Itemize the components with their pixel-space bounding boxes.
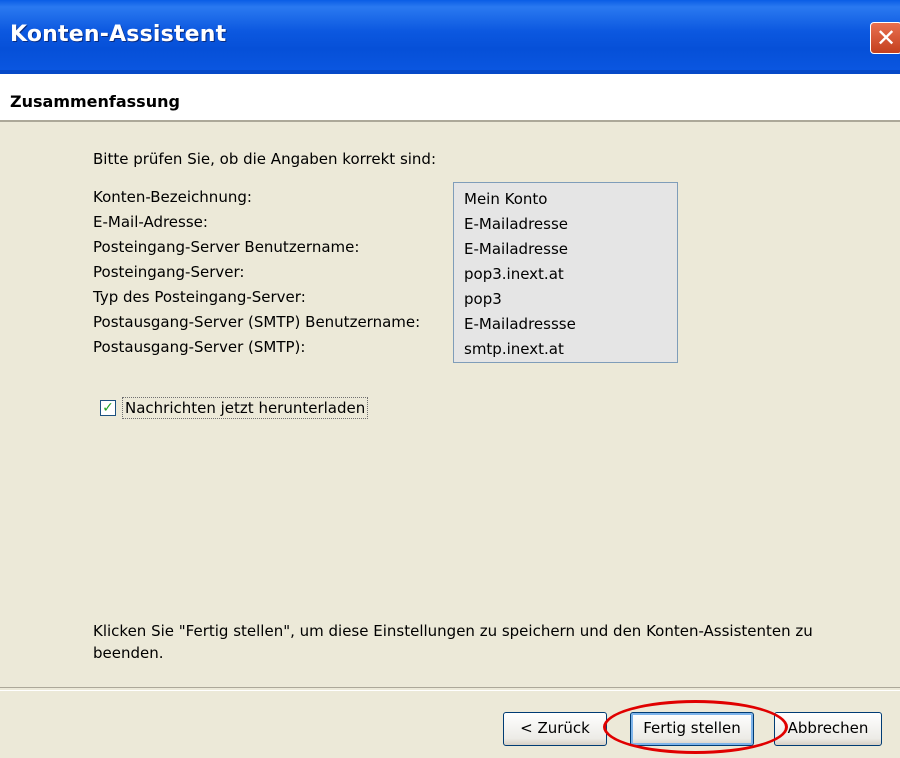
value-outgoing-server: smtp.inext.at [464,340,564,358]
close-icon[interactable]: ✕ [870,22,900,54]
value-incoming-type: pop3 [464,290,502,308]
cancel-button[interactable]: Abbrechen [774,712,882,746]
label-account-name: Konten-Bezeichnung: [93,188,252,206]
label-outgoing-server: Postausgang-Server (SMTP): [93,338,306,356]
finish-button[interactable]: Fertig stellen [630,712,754,746]
account-wizard-dialog: Konten-Assistent ✕ Zusammenfassung Bitte… [0,0,900,758]
label-email: E-Mail-Adresse: [93,213,208,231]
value-email: E-Mailadresse [464,215,568,233]
label-outgoing-username: Postausgang-Server (SMTP) Benutzername: [93,313,421,331]
label-incoming-type: Typ des Posteingang-Server: [93,288,306,306]
page-title: Zusammenfassung [10,92,180,111]
finish-instruction: Klicken Sie "Fertig stellen", um diese E… [93,622,813,662]
intro-text: Bitte prüfen Sie, ob die Angaben korrekt… [93,150,437,168]
button-separator [0,687,900,691]
value-incoming-username: E-Mailadresse [464,240,568,258]
download-checkbox[interactable]: ✓ [100,400,116,416]
summary-content: Bitte prüfen Sie, ob die Angaben korrekt… [0,122,900,687]
value-account-name: Mein Konto [464,190,548,208]
download-checkbox-row[interactable]: ✓ Nachrichten jetzt herunterladen [100,395,369,421]
label-incoming-server: Posteingang-Server: [93,263,245,281]
header-panel: Zusammenfassung [0,74,900,122]
value-outgoing-username: E-Mailadressse [464,315,576,333]
value-incoming-server: pop3.inext.at [464,265,564,283]
window-title: Konten-Assistent [10,22,227,47]
download-checkbox-label[interactable]: Nachrichten jetzt herunterladen [122,397,369,419]
title-bar[interactable]: Konten-Assistent ✕ [0,0,900,74]
field-values-box: Mein Konto E-Mailadresse E-Mailadresse p… [453,182,678,363]
label-incoming-username: Posteingang-Server Benutzername: [93,238,360,256]
back-button[interactable]: < Zurück [503,712,607,746]
field-labels: Konten-Bezeichnung: E-Mail-Adresse: Post… [93,187,420,362]
